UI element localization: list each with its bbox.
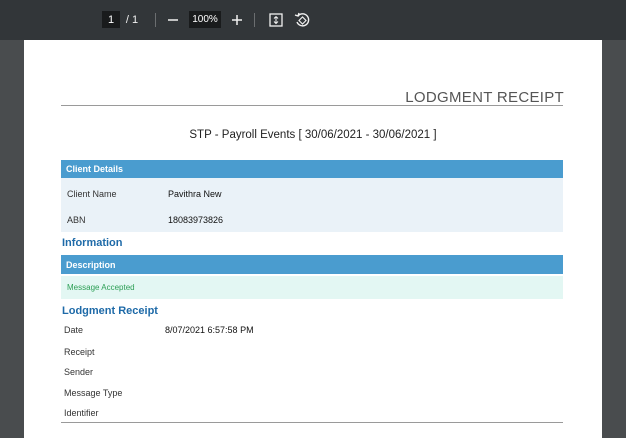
information-heading: Information <box>62 237 123 249</box>
client-details-header: Client Details <box>61 160 563 178</box>
client-details-panel: Client Name Pavithra New ABN 18083973826 <box>61 178 563 232</box>
page-count: / 1 <box>122 0 142 40</box>
client-name-label: Client Name <box>67 189 117 199</box>
total-pages: 1 <box>132 14 139 26</box>
current-page-input[interactable]: 1 <box>102 11 120 28</box>
receipt-row-label: Sender <box>64 367 94 377</box>
receipt-row-label: Date <box>64 325 84 335</box>
bottom-divider <box>61 422 563 423</box>
zoom-level-input[interactable]: 100% <box>189 11 221 28</box>
toolbar-divider <box>254 13 255 27</box>
fit-page-icon <box>269 13 283 27</box>
client-name-value: Pavithra New <box>168 189 222 199</box>
receipt-row-label: Identifier <box>64 408 99 418</box>
abn-label: ABN <box>67 215 86 225</box>
pdf-toolbar: 1 / 1 100% <box>0 0 626 40</box>
plus-icon <box>232 15 242 25</box>
fit-page-button[interactable] <box>266 10 286 30</box>
rotate-icon <box>294 12 310 27</box>
title-divider <box>61 105 563 106</box>
rotate-button[interactable] <box>292 10 312 30</box>
minus-icon <box>168 19 178 21</box>
receipt-row-label: Receipt <box>64 347 95 357</box>
viewer-right-gutter <box>602 40 626 438</box>
document-subtitle: STP - Payroll Events [ 30/06/2021 - 30/0… <box>189 129 437 141</box>
viewer-left-gutter <box>0 40 24 438</box>
pdf-page: LODGMENT RECEIPT STP - Payroll Events [ … <box>24 40 602 438</box>
document-title: LODGMENT RECEIPT <box>405 89 564 106</box>
message-status: Message Accepted <box>61 276 563 299</box>
zoom-out-button[interactable] <box>163 10 183 30</box>
page-separator: / <box>125 14 129 26</box>
description-header: Description <box>61 255 563 274</box>
receipt-row-value: 8/07/2021 6:57:58 PM <box>165 325 254 335</box>
toolbar-divider <box>155 13 156 27</box>
receipt-row-label: Message Type <box>64 388 123 398</box>
abn-value: 18083973826 <box>168 215 224 225</box>
lodgment-receipt-heading: Lodgment Receipt <box>62 305 158 317</box>
zoom-in-button[interactable] <box>227 10 247 30</box>
